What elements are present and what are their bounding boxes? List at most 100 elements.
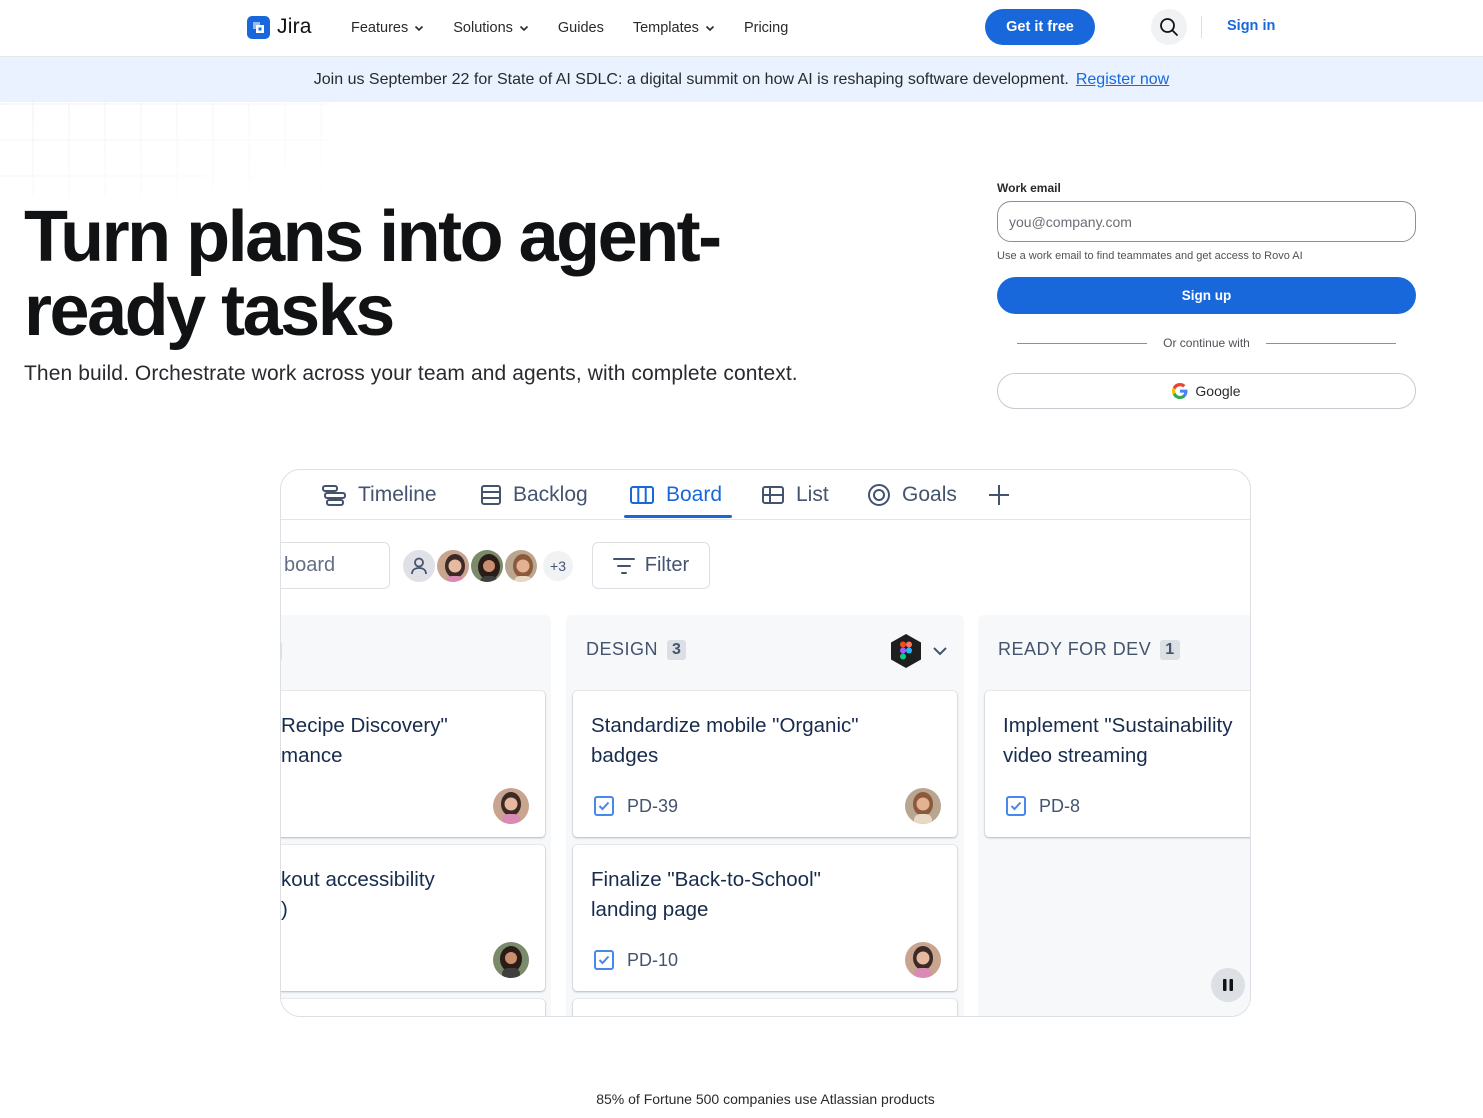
work-email-input[interactable] [997,201,1416,242]
nav-guides[interactable]: Guides [558,20,604,36]
pause-icon [1223,979,1233,991]
tab-backlog[interactable]: Backlog [480,483,588,507]
chevron-down-icon [519,25,528,32]
board-column: Recipe Discovery" mance kout accessibili… [281,615,551,1016]
active-tab-indicator [624,515,732,518]
card-title: Recipe Discovery" mance [281,714,448,767]
task-checkbox-icon [594,796,614,816]
view-tabs: / Timeline Backlog Board [281,470,1250,520]
board-preview: / Timeline Backlog Board [280,469,1251,1017]
avatar[interactable] [503,548,539,584]
google-button-label: Google [1195,383,1241,399]
tab-goals[interactable]: Goals [867,483,957,507]
column-name: READY FOR DEV [998,639,1152,659]
person-icon [411,557,427,575]
nav-solutions[interactable]: Solutions [453,20,529,36]
board-card[interactable]: kout accessibility ) [281,845,545,991]
nav-guides-label: Guides [557,20,604,36]
board-card[interactable]: Finalize "Back-to-School" landing page P… [573,845,957,991]
board-icon [630,486,654,504]
card-title: Standardize mobile "Organic" badges [591,714,859,767]
google-icon [1172,383,1188,399]
board-card[interactable] [281,999,545,1016]
google-signin-button[interactable]: Google [997,373,1416,409]
nav-pricing-label: Pricing [743,20,789,36]
card-assignee-avatar [905,942,941,978]
card-assignee-avatar [905,788,941,824]
add-view-button[interactable] [987,483,1011,507]
avatar[interactable] [469,548,505,584]
timeline-icon [322,485,346,506]
tab-list-label: List [796,483,829,506]
tab-timeline[interactable]: Timeline [321,483,437,507]
chevron-down-icon[interactable] [932,644,948,663]
signup-form: Work email Use a work email to find team… [997,181,1416,409]
banner-text: Join us September 22 for State of AI SDL… [313,70,1069,88]
hero-title-line-1: Turn plans into agent- [24,197,722,277]
hero-subtitle: Then build. Orchestrate work across your… [24,362,798,385]
backlog-icon [481,485,501,505]
board-card[interactable]: Standardize mobile "Organic" badges PD-3… [573,691,957,837]
task-checkbox-icon [594,950,614,970]
plus-icon [989,485,1009,505]
pause-animation-button[interactable] [1211,968,1245,1002]
tab-goals-label: Goals [902,483,957,506]
search-board-input[interactable]: board [281,542,390,589]
jira-logo-icon [247,15,270,39]
column-header: DESIGN 3 [586,639,687,660]
board-toolbar: board +3 Filter [281,542,1250,592]
filter-icon [612,557,635,574]
email-help-text: Use a work email to find teammates and g… [997,250,1303,262]
search-board-placeholder: board [284,554,336,576]
filter-label: Filter [644,554,690,576]
board-column-ready-for-dev: READY FOR DEV 1 Implement "Sustainabilit… [978,615,1250,1016]
search-icon [1160,18,1178,36]
board-card[interactable] [573,999,957,1016]
or-continue-text: Or continue with [1163,336,1250,350]
board-card[interactable]: Implement "Sustainability video streamin… [985,691,1250,837]
board-card[interactable]: Recipe Discovery" mance [281,691,545,837]
column-count: 3 [667,639,687,660]
nav-features[interactable]: Features [351,20,424,36]
card-title: Implement "Sustainability video streamin… [1003,714,1233,767]
divider-line [1017,342,1148,344]
card-title: kout accessibility ) [281,868,435,921]
nav-links: Features Solutions Guides Templates Pric… [351,20,817,36]
sign-up-button[interactable]: Sign up [997,277,1416,314]
grid-decoration [0,102,330,197]
more-avatars-count[interactable]: +3 [543,551,573,581]
nav-templates[interactable]: Templates [633,20,715,36]
sign-in-link[interactable]: Sign in [1227,18,1275,34]
nav-templates-label: Templates [632,20,699,36]
announcement-banner: Join us September 22 for State of AI SDL… [0,57,1483,102]
filter-button[interactable]: Filter [592,542,710,589]
get-it-free-button[interactable]: Get it free [985,9,1095,45]
register-now-link[interactable]: Register now [1076,71,1169,89]
jira-logo[interactable]: Jira [247,15,312,39]
nav-solutions-label: Solutions [453,20,513,36]
task-checkbox-icon [1006,796,1026,816]
nav-pricing[interactable]: Pricing [744,20,788,36]
hero-title-line-2: ready tasks [24,271,395,351]
card-assignee-avatar [493,788,529,824]
chevron-down-icon [705,25,715,32]
avatar[interactable] [435,548,471,584]
list-icon [762,486,784,504]
card-title: Finalize "Back-to-School" landing page [591,868,821,921]
card-assignee-avatar [493,942,529,978]
search-button[interactable] [1151,9,1187,45]
tab-timeline-label: Timeline [358,483,437,506]
card-key: PD-39 [593,795,678,817]
tab-list[interactable]: List [761,483,829,507]
tab-backlog-label: Backlog [513,483,588,506]
column-count-badge [281,641,282,661]
work-email-label: Work email [997,181,1061,195]
tab-board[interactable]: Board [629,483,722,507]
card-key: PD-8 [1005,795,1080,817]
unassigned-avatar[interactable] [401,548,437,584]
nav-features-label: Features [351,20,409,36]
brand-name: Jira [277,15,312,38]
avatar-group: +3 [401,548,573,584]
column-name: DESIGN [586,639,659,659]
figma-icon[interactable] [889,633,923,674]
